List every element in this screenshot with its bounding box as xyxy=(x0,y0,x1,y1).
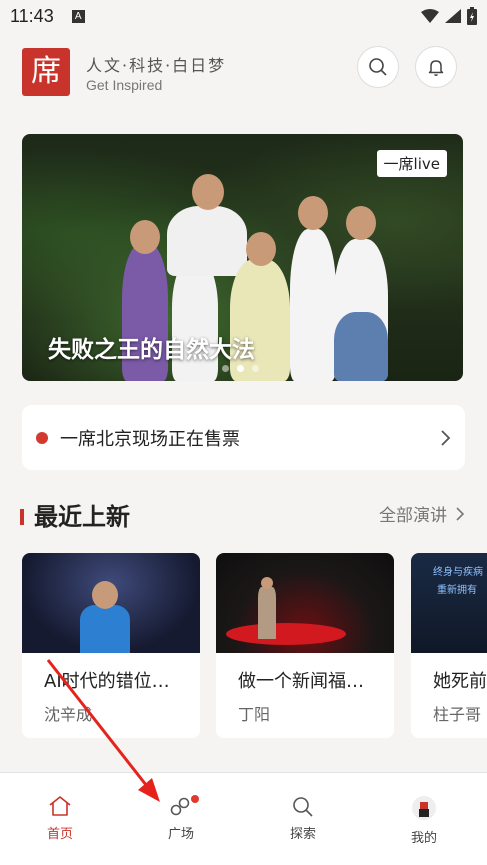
signal-icon xyxy=(445,9,461,23)
carousel-dots xyxy=(222,365,259,372)
chevron-right-icon xyxy=(441,429,451,446)
banner-photo-figure-head xyxy=(298,196,328,230)
talk-thumbnail xyxy=(22,553,200,653)
tab-square-label: 广场 xyxy=(167,827,194,842)
bottom-tab-bar: 首页 广场 探索 我的 xyxy=(0,772,487,865)
square-icon xyxy=(170,797,190,816)
banner-photo-figure xyxy=(334,312,388,381)
thumbnail-caption: 重新拥有 xyxy=(437,585,477,596)
talk-title: AI时代的错位… xyxy=(44,671,170,692)
status-bar: 11:43 A xyxy=(0,0,487,32)
status-time: 11:43 xyxy=(10,5,54,26)
search-icon xyxy=(293,797,313,817)
search-button[interactable] xyxy=(357,46,399,88)
live-dot-icon xyxy=(36,431,48,444)
tab-mine[interactable]: 我的 xyxy=(374,773,474,853)
banner-photo-figure-head xyxy=(130,220,160,254)
tab-mine-label: 我的 xyxy=(410,831,437,846)
banner-photo-figure-head xyxy=(246,232,276,266)
notification-icon: A xyxy=(71,9,85,23)
carousel-dot[interactable] xyxy=(252,365,259,372)
recent-talks-list: AI时代的错位… 沈辛成 做一个新闻福… 丁阳 终身与疾病 重新拥有 她死前 柱… xyxy=(22,553,487,739)
talk-title: 做一个新闻福… xyxy=(238,671,364,692)
tab-home-label: 首页 xyxy=(46,827,73,842)
speaker-figure-head xyxy=(261,577,273,589)
speaker-figure xyxy=(80,605,130,653)
talk-card[interactable]: 做一个新闻福… 丁阳 xyxy=(216,553,394,738)
featured-banner[interactable]: 一席live 失败之王的自然大法 xyxy=(22,134,463,381)
view-all-talks-label: 全部演讲 xyxy=(379,506,447,526)
talk-card[interactable]: 终身与疾病 重新拥有 她死前 柱子哥 xyxy=(411,553,487,738)
tab-square[interactable]: 广场 xyxy=(131,773,231,853)
bell-icon xyxy=(428,60,444,76)
speaker-figure xyxy=(258,587,276,639)
talk-title: 她死前 xyxy=(433,671,487,692)
banner-title: 失败之王的自然大法 xyxy=(48,337,255,363)
chevron-right-icon xyxy=(456,506,465,521)
recent-section-header: 最近上新 全部演讲 xyxy=(20,495,467,535)
thumbnail-caption: 终身与疾病 xyxy=(433,567,483,578)
banner-tag: 一席live xyxy=(376,150,447,177)
speaker-figure-head xyxy=(92,581,118,609)
carousel-dot-active[interactable] xyxy=(237,365,244,372)
tab-explore[interactable]: 探索 xyxy=(253,773,353,853)
app-slogan: 人文·科技·白日梦 xyxy=(86,56,227,75)
talk-speaker: 柱子哥 xyxy=(433,705,482,724)
tab-explore-label: 探索 xyxy=(289,827,316,842)
app-header: 席 人文·科技·白日梦 Get Inspired xyxy=(0,40,487,108)
banner-photo-figure xyxy=(167,206,247,276)
section-accent-bar xyxy=(20,509,24,525)
section-title: 最近上新 xyxy=(34,502,130,531)
view-all-talks-link[interactable]: 全部演讲 xyxy=(379,501,465,526)
app-logo: 席 xyxy=(22,48,70,96)
stage-circle xyxy=(226,623,346,645)
notification-button[interactable] xyxy=(415,46,457,88)
carousel-dot[interactable] xyxy=(222,365,229,372)
talk-thumbnail xyxy=(216,553,394,653)
search-icon xyxy=(369,58,387,76)
talk-card[interactable]: AI时代的错位… 沈辛成 xyxy=(22,553,200,738)
talk-thumbnail: 终身与疾病 重新拥有 xyxy=(411,553,487,653)
home-icon xyxy=(49,796,71,816)
status-icons xyxy=(421,7,477,25)
ticket-sale-text: 一席北京现场正在售票 xyxy=(60,428,240,450)
battery-icon xyxy=(467,7,477,25)
tab-home[interactable]: 首页 xyxy=(10,773,110,853)
notification-badge xyxy=(191,795,199,803)
talk-speaker: 沈辛成 xyxy=(44,705,93,724)
talk-speaker: 丁阳 xyxy=(238,705,271,724)
banner-photo-figure xyxy=(290,229,336,381)
wifi-icon xyxy=(421,9,439,23)
app-sub-slogan: Get Inspired xyxy=(86,77,163,93)
banner-photo-figure-head xyxy=(192,174,224,210)
ticket-sale-bar[interactable]: 一席北京现场正在售票 xyxy=(22,405,465,470)
avatar-icon xyxy=(412,796,436,820)
banner-photo-figure-head xyxy=(346,206,376,240)
